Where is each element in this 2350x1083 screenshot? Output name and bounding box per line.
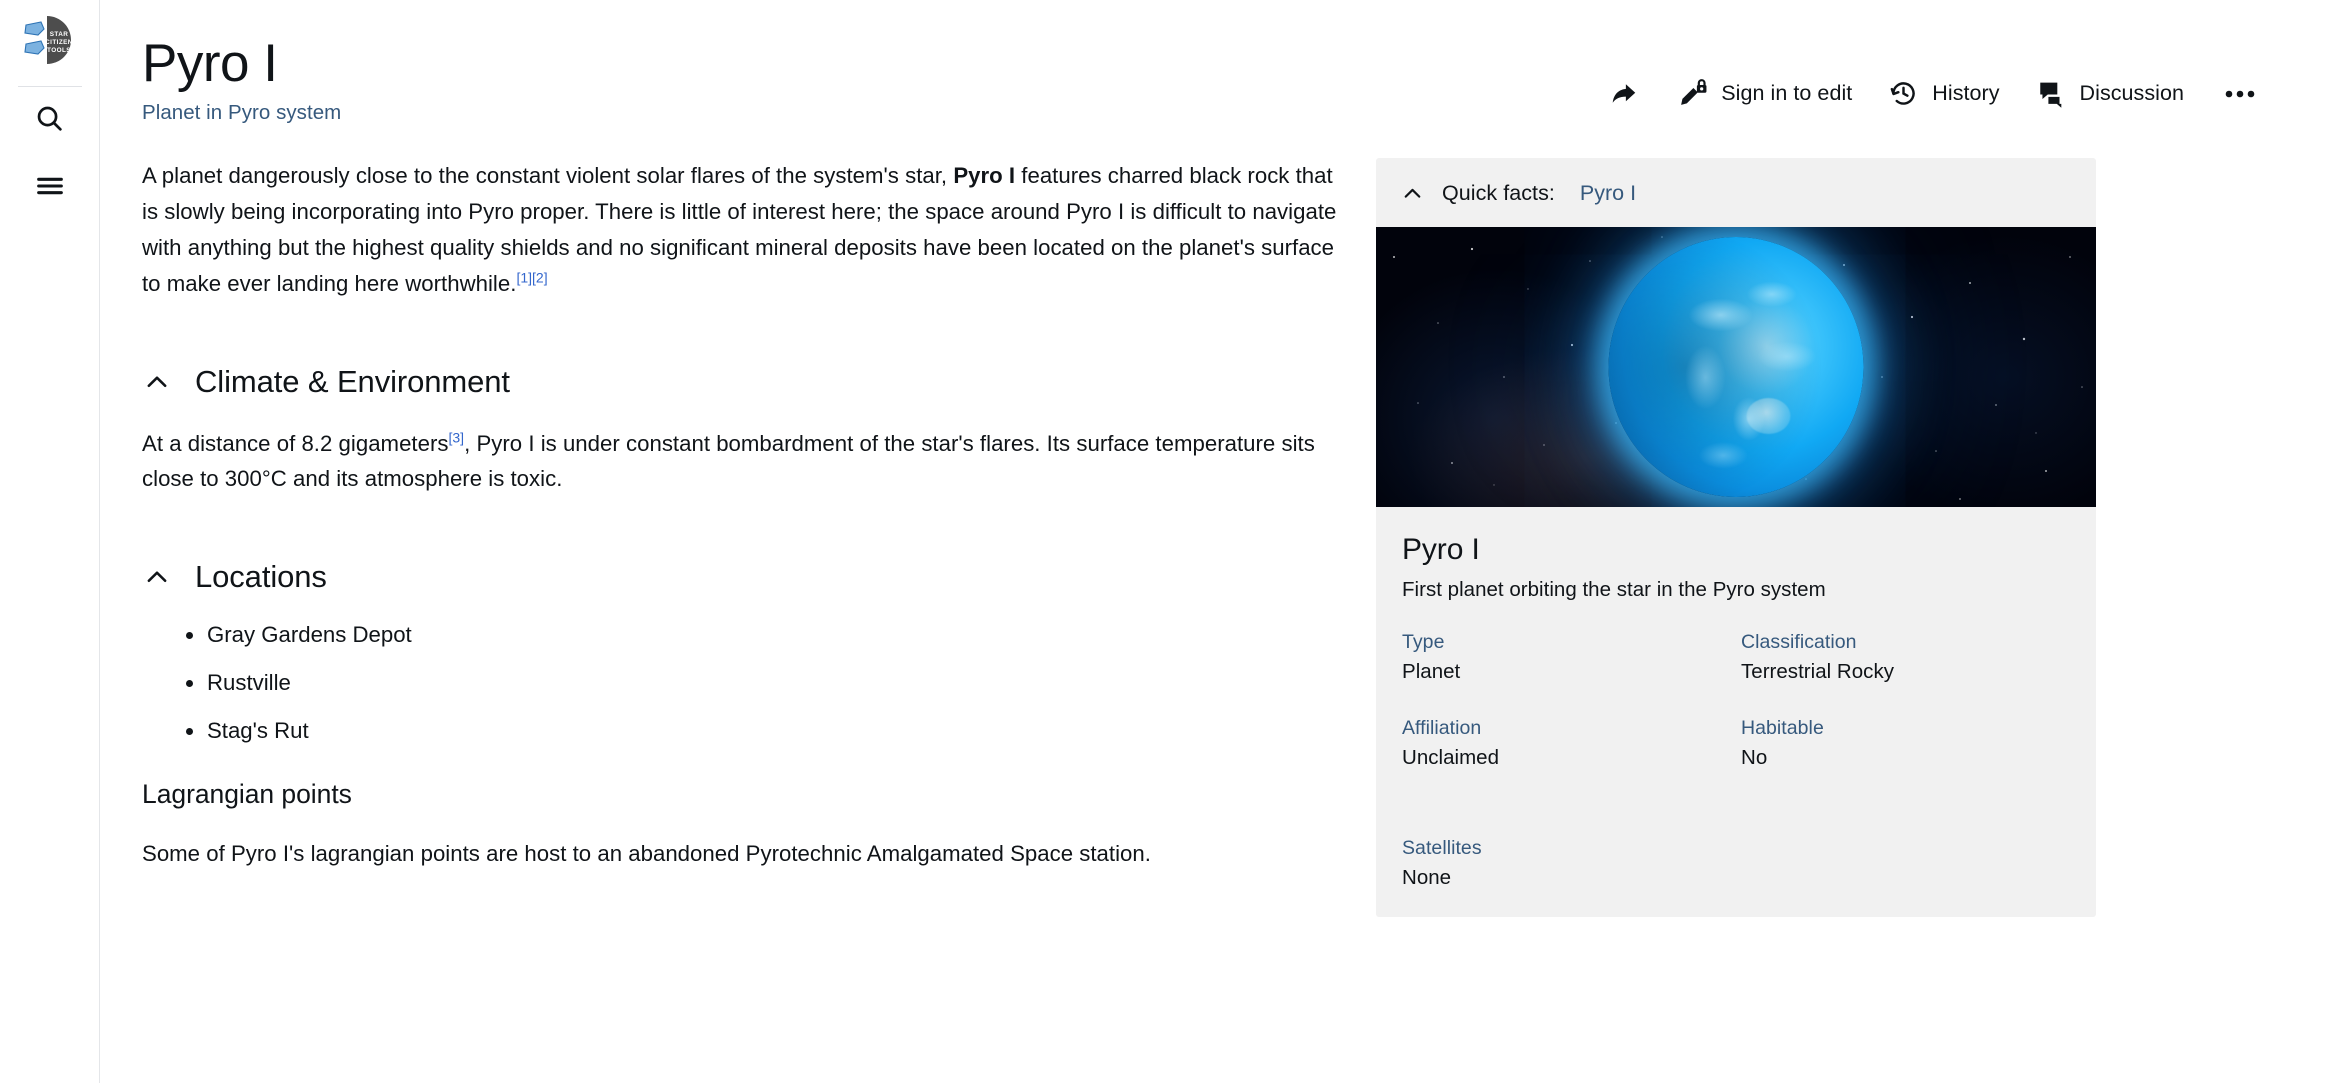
share-button[interactable] (1589, 71, 1659, 117)
svg-text:CITIZEN: CITIZEN (45, 39, 73, 46)
climate-part1: At a distance of 8.2 gigameters (142, 430, 449, 456)
quick-facts-link[interactable]: Pyro I (1580, 181, 1636, 206)
svg-text:STAR: STAR (49, 31, 68, 38)
infobox-value: Planet (1402, 659, 1461, 683)
reference-link-3[interactable]: [3] (449, 429, 465, 445)
subsection-title-lagrangian: Lagrangian points (142, 778, 352, 809)
nebula-right (1856, 236, 2096, 507)
subsection-body-lagrangian: Some of Pyro I's lagrangian points are h… (142, 836, 1340, 872)
hamburger-menu-icon (36, 177, 63, 195)
section-body-locations: Gray Gardens Depot Rustville Stag's Rut … (142, 621, 1340, 871)
star-citizen-tools-logo-icon: STAR CITIZEN TOOLS (22, 16, 73, 64)
pencil-lock-icon (1681, 79, 1707, 105)
discussion-button[interactable]: Discussion (2018, 70, 2202, 117)
body-columns: A planet dangerously close to the consta… (100, 157, 2350, 917)
search-button[interactable] (19, 87, 81, 149)
infobox-label[interactable]: Satellites (1402, 837, 1731, 860)
intro-bold-term: Pyro I (953, 162, 1016, 188)
intro-part1: A planet dangerously close to the consta… (142, 162, 954, 188)
collapse-chevron-up-icon (142, 367, 172, 397)
history-label: History (1932, 81, 2000, 105)
list-item: Gray Gardens Depot (186, 621, 1340, 649)
section-body-climate: At a distance of 8.2 gigameters[3], Pyro… (142, 426, 1340, 498)
infobox-value: None (1402, 865, 1452, 889)
infobox-quick-facts: Quick facts: Pyro I Pyro I First planet … (1376, 157, 2096, 917)
list-item: Stag's Rut (186, 717, 1340, 745)
infobox-value: No (1741, 745, 1768, 769)
infobox-header[interactable]: Quick facts: Pyro I (1376, 158, 2096, 227)
section-header-locations[interactable]: Locations (142, 559, 1340, 595)
list-item: Rustville (186, 669, 1340, 697)
svg-text:TOOLS: TOOLS (47, 47, 71, 54)
infobox-body: Pyro I First planet orbiting the star in… (1376, 507, 2096, 917)
infobox-field-classification: Classification Terrestrial Rocky (1741, 631, 2070, 689)
lagrangian-paragraph: Some of Pyro I's lagrangian points are h… (142, 840, 1151, 866)
infobox-value: Unclaimed (1402, 745, 1500, 769)
section-header-climate[interactable]: Climate & Environment (142, 364, 1340, 400)
sign-in-to-edit-button[interactable]: Sign in to edit (1659, 70, 1870, 117)
infobox-planet-image[interactable] (1376, 226, 2096, 507)
main-menu-button[interactable] (19, 155, 81, 217)
locations-list: Gray Gardens Depot Rustville Stag's Rut (142, 621, 1340, 744)
infobox-fields-grid: Type Planet Classification Terrestrial R… (1402, 631, 2070, 895)
collapse-chevron-up-icon (142, 562, 172, 592)
infobox-label[interactable]: Type (1402, 631, 1731, 654)
ellipsis-icon (2225, 90, 2255, 97)
reference-link-2[interactable]: [2] (532, 269, 548, 285)
climate-paragraph: At a distance of 8.2 gigameters[3], Pyro… (142, 426, 1340, 498)
page-header: Pyro I Planet in Pyro system Sign in to … (100, 0, 2350, 125)
sidebar: STAR CITIZEN TOOLS (0, 0, 100, 1083)
history-button[interactable]: History (1870, 70, 2017, 117)
article-content: A planet dangerously close to the consta… (140, 158, 1340, 917)
infobox-label[interactable]: Classification (1741, 631, 2070, 654)
more-options-button[interactable] (2202, 80, 2278, 108)
share-icon (1613, 83, 1636, 103)
page-title: Pyro I (142, 34, 278, 93)
sign-in-to-edit-label: Sign in to edit (1721, 81, 1853, 105)
section-title-climate: Climate & Environment (195, 363, 510, 399)
title-block: Pyro I Planet in Pyro system (140, 36, 341, 125)
intro-paragraph: A planet dangerously close to the consta… (142, 158, 1340, 302)
infobox-description: First planet orbiting the star in the Py… (1402, 577, 1826, 601)
infobox-value: Terrestrial Rocky (1741, 659, 1894, 683)
planet-sphere (1608, 236, 1864, 497)
infobox-field-satellites: Satellites None (1402, 837, 1731, 895)
discussion-label: Discussion (2079, 81, 2184, 105)
planet-crater (1746, 397, 1791, 434)
search-icon (37, 106, 62, 131)
quick-facts-label: Quick facts: (1442, 180, 1555, 205)
infobox-grid-spacer (1741, 803, 2070, 809)
reference-link-1[interactable]: [1] (516, 269, 532, 285)
infobox-title: Pyro I (1402, 532, 1480, 566)
infobox-grid-spacer (1402, 803, 1731, 809)
section-title-locations: Locations (195, 559, 327, 595)
content-area: Pyro I Planet in Pyro system Sign in to … (100, 0, 2350, 1083)
infobox-field-type: Type Planet (1402, 631, 1731, 689)
page-actions: Sign in to edit History Discussion (1589, 70, 2290, 117)
infobox-label[interactable]: Habitable (1741, 717, 2070, 740)
infobox-field-habitable: Habitable No (1741, 717, 2070, 775)
discussion-bubble-icon (2039, 82, 2061, 108)
history-clock-icon (1890, 82, 1916, 105)
collapse-chevron-up-icon (1400, 181, 1425, 206)
infobox-field-affiliation: Affiliation Unclaimed (1402, 717, 1731, 775)
wiki-page: STAR CITIZEN TOOLS Pyro I Planet in Pyro… (0, 0, 2350, 1083)
page-subtitle: Planet in Pyro system (142, 100, 342, 124)
infobox-label[interactable]: Affiliation (1402, 717, 1731, 740)
site-logo[interactable]: STAR CITIZEN TOOLS (14, 10, 86, 70)
